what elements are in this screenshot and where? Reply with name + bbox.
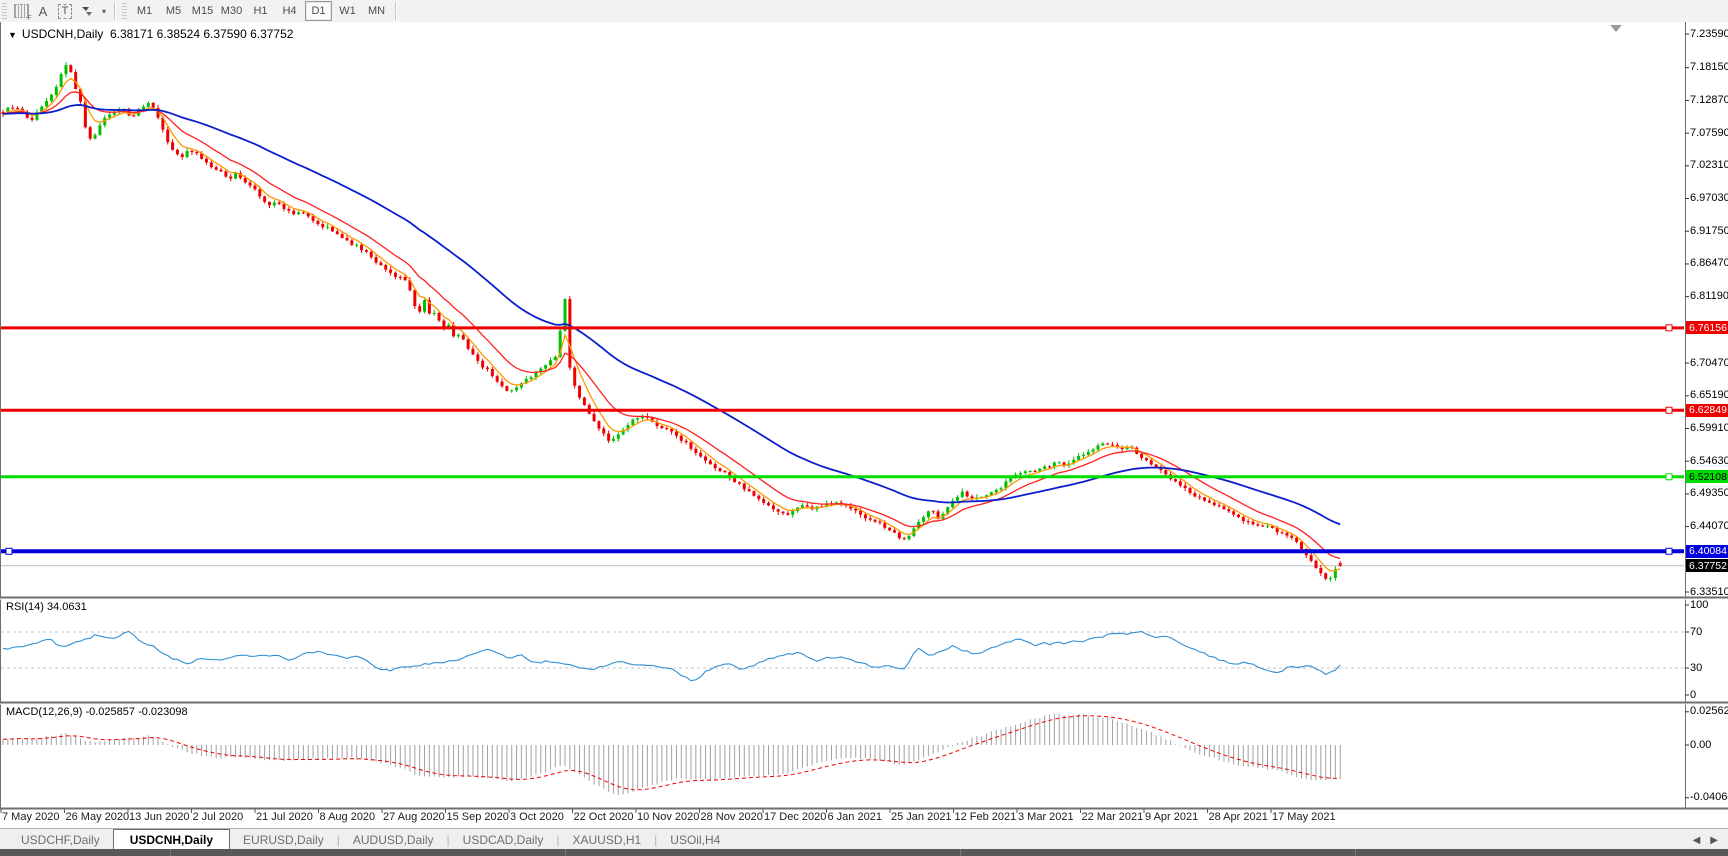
hline-price-tag-6.52108[interactable]: 6.52108: [1686, 470, 1728, 484]
rsi-tick-label: 30: [1690, 661, 1703, 674]
price-tick-label: 6.97030: [1690, 192, 1728, 205]
date-axis-label: 7 May 2020: [2, 811, 60, 823]
date-axis-label: 17 May 2021: [1272, 811, 1336, 823]
price-tick-label: 7.02310: [1690, 159, 1728, 172]
price-tick-label: 7.12870: [1690, 93, 1728, 106]
chart-tab-USDCAD[interactable]: USDCAD,Daily: [450, 830, 557, 850]
chart-tab-XAUUSD[interactable]: XAUUSD,H1: [559, 830, 654, 850]
macd-indicator-label: MACD(12,26,9) -0.025857 -0.023098: [6, 706, 188, 718]
price-tick-label: 6.44070: [1690, 520, 1728, 533]
macd-tick-label: 0.00: [1690, 738, 1712, 751]
price-tick-label: 6.65190: [1690, 389, 1728, 402]
price-tick-label: 7.18150: [1690, 61, 1728, 74]
tabs-scroll-right-icon[interactable]: ▶: [1710, 835, 1718, 846]
hline-price-tag-6.40084[interactable]: 6.40084: [1686, 544, 1728, 558]
current-price-tag: 6.37752: [1686, 559, 1728, 573]
taskbar-edge-strip: [0, 849, 1728, 856]
chart-tab-USDCNH[interactable]: USDCNH,Daily: [112, 829, 231, 850]
date-axis-label: 28 Apr 2021: [1208, 811, 1268, 823]
hline-price-tag-6.76156[interactable]: 6.76156: [1686, 321, 1728, 335]
macd-tick-label: 0.025623: [1690, 705, 1728, 718]
date-axis-label: 13 Jun 2020: [129, 811, 190, 823]
tabs-scroll-left-icon[interactable]: ◀: [1693, 835, 1701, 846]
date-axis-label: 3 Mar 2021: [1018, 811, 1074, 823]
rsi-tick-label: 0: [1690, 688, 1697, 701]
price-tick-label: 7.23590: [1690, 27, 1728, 40]
date-axis-label: 22 Oct 2020: [573, 811, 634, 823]
chart-canvas: [0, 22, 1728, 813]
chart-title: ▼ USDCNH,Daily 6.38171 6.38524 6.37590 6.…: [8, 27, 293, 41]
chart-tab-USDCHF[interactable]: USDCHF,Daily: [8, 830, 113, 850]
price-tick-label: 7.07590: [1690, 126, 1728, 139]
price-tick-label: 6.81190: [1690, 290, 1728, 303]
chart-tab-AUDUSD[interactable]: AUDUSD,Daily: [340, 830, 447, 850]
mt4-window: F A T ▾ M1 M5 M15 M30 H1 H4 D1 W1 MN ▼ USDCNH,Dai…: [0, 0, 1728, 856]
chart-tab-USOil[interactable]: USOil,H4: [657, 830, 733, 850]
symbol-period-label: USDCNH,Daily: [21, 27, 104, 41]
date-axis-label: 15 Sep 2020: [446, 811, 509, 823]
collapse-triangle-icon[interactable]: ▼: [8, 30, 17, 40]
price-tick-label: 6.49350: [1690, 487, 1728, 500]
date-axis-label: 9 Apr 2021: [1145, 811, 1199, 823]
chart-tab-bar: USDCHF,Daily USDCNH,Daily EURUSD,Daily | AUD…: [0, 828, 1728, 850]
price-tick-label: 6.91750: [1690, 224, 1728, 237]
rsi-tick-label: 100: [1690, 598, 1709, 611]
date-axis-label: 22 Mar 2021: [1081, 811, 1144, 823]
rsi-indicator-label: RSI(14) 34.0631: [6, 601, 87, 613]
date-axis-label: 26 May 2020: [65, 811, 130, 823]
date-axis-label: 3 Oct 2020: [510, 811, 564, 823]
price-tick-label: 6.33510: [1690, 585, 1728, 598]
date-axis-label: 21 Jul 2020: [256, 811, 313, 823]
price-tick-label: 6.54630: [1690, 454, 1728, 467]
date-axis-label: 28 Nov 2020: [700, 811, 763, 823]
date-axis-label: 25 Jan 2021: [891, 811, 952, 823]
date-axis-label: 12 Feb 2021: [954, 811, 1017, 823]
date-axis-label: 10 Nov 2020: [637, 811, 700, 823]
date-axis-label: 2 Jul 2020: [192, 811, 244, 823]
price-tick-label: 6.70470: [1690, 356, 1728, 369]
date-axis-label: 27 Aug 2020: [383, 811, 445, 823]
price-tick-label: 6.59910: [1690, 421, 1728, 434]
date-axis-label: 17 Dec 2020: [764, 811, 827, 823]
macd-tick-label: -0.040687: [1690, 791, 1728, 804]
date-axis-label: 6 Jan 2021: [827, 811, 882, 823]
hline-price-tag-6.62849[interactable]: 6.62849: [1686, 403, 1728, 417]
price-tick-label: 6.86470: [1690, 257, 1728, 270]
chart-tab-EURUSD[interactable]: EURUSD,Daily: [230, 830, 337, 850]
rsi-tick-label: 70: [1690, 625, 1703, 638]
ohlc-values: 6.38171 6.38524 6.37590 6.37752: [109, 27, 294, 41]
date-axis-label: 8 Aug 2020: [319, 811, 376, 823]
